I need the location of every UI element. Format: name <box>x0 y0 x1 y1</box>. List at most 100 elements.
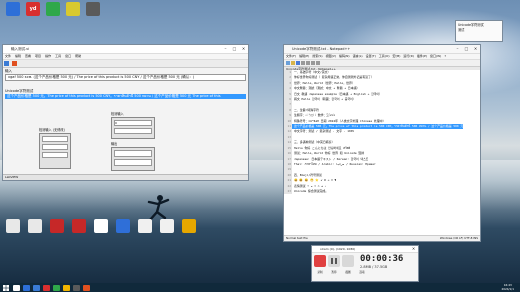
notepad-titlebar[interactable]: Unicode字符测试.txt - Notepad++ – □ ✕ <box>284 45 480 54</box>
taskbar-app-icon[interactable] <box>13 284 20 291</box>
maximize-icon[interactable]: □ <box>230 45 239 53</box>
desktop-shortcut[interactable] <box>156 219 178 247</box>
menu-item[interactable]: 帮助 <box>75 54 81 59</box>
desktop-shortcut[interactable] <box>62 2 84 30</box>
desktop-shortcut[interactable] <box>112 219 134 247</box>
menu-item[interactable]: 项目 <box>35 54 41 59</box>
left-label-c: 输出 <box>111 142 118 146</box>
close-icon[interactable]: ✕ <box>409 246 418 252</box>
record-button[interactable] <box>314 255 326 267</box>
pause-button[interactable] <box>328 255 340 267</box>
left-array-a-cell[interactable] <box>42 144 68 150</box>
desktop-shortcut[interactable] <box>68 219 90 247</box>
close-icon[interactable]: ✕ <box>239 45 248 53</box>
desktop-shortcut[interactable] <box>134 219 156 247</box>
recorder-titlebar[interactable]: oCam (0), (1920, 1080) ✕ <box>312 246 418 253</box>
left-array-a-cell[interactable] <box>42 152 68 158</box>
taskbar-app-icon[interactable] <box>53 284 60 291</box>
notepad-toolbar <box>284 60 480 67</box>
menu-item[interactable]: 工具(O) <box>379 54 390 59</box>
labview-window: 输入测试.vi – □ ✕ 文件 编辑 查看 项目 操作 工具 窗口 帮助 输入 xgaf 5… <box>2 44 249 181</box>
notepad-title: Unicode字符测试.txt - Notepad++ <box>292 47 351 51</box>
desktop-shortcut[interactable]: yd <box>22 2 44 30</box>
maximize-icon[interactable]: □ <box>462 45 471 53</box>
desktop-shortcut[interactable] <box>82 2 104 30</box>
menu-item[interactable]: 视图(V) <box>326 54 336 59</box>
copy-icon[interactable] <box>311 61 315 65</box>
menu-item[interactable]: 窗口 <box>65 54 71 59</box>
minimize-icon[interactable]: – <box>453 45 462 53</box>
left-array-b-cell[interactable] <box>114 128 152 134</box>
recorder-size: 2.8MB / 37.5GB <box>360 265 388 269</box>
menu-item[interactable]: 窗口(W) <box>430 54 441 59</box>
start-button[interactable] <box>2 284 10 291</box>
line-text: Thai: ภาษาไทย / Arabic: مرحبا / Russian:… <box>294 161 376 166</box>
desktop-shortcut[interactable] <box>24 219 46 247</box>
menu-item[interactable]: 文件(F) <box>286 54 296 59</box>
taskbar-app-icon[interactable] <box>23 284 30 291</box>
menu-item[interactable]: 工具 <box>55 54 61 59</box>
left-array-c-cell[interactable] <box>114 150 152 157</box>
cut-icon[interactable] <box>306 61 310 65</box>
desktop-shortcut[interactable] <box>46 219 68 247</box>
taskbar-app-icon[interactable] <box>83 284 90 291</box>
taskbar-apps <box>10 284 90 291</box>
open-file-icon[interactable] <box>291 61 295 65</box>
taskbar-app-icon[interactable] <box>43 284 50 291</box>
recorder-button-label: 暂停 <box>331 271 337 274</box>
menu-item[interactable]: ? <box>444 54 446 59</box>
taskbar-app-icon[interactable] <box>33 284 40 291</box>
clock-date: 2024/1/1 <box>501 286 514 291</box>
notepad-editor[interactable]: 1 一、基础字符（中文/英文） 2 你好世界你好测试（ 复杂用语正常，你自测测外记是有… <box>284 70 480 236</box>
save-icon[interactable] <box>296 61 300 65</box>
left-array-b[interactable]: 0 <box>111 117 155 139</box>
notification-popup[interactable]: Unicode字符测试 测试 <box>455 20 503 42</box>
shortcut-icon <box>94 219 108 233</box>
menu-item[interactable]: 搜索(S) <box>312 54 322 59</box>
capture-button[interactable] <box>342 255 354 267</box>
taskbar-app-icon[interactable] <box>63 284 70 291</box>
desktop-shortcut[interactable] <box>2 2 24 30</box>
desktop-shortcut[interactable] <box>90 219 112 247</box>
menu-item[interactable]: 编辑 <box>15 54 21 59</box>
left-string-indicator-1[interactable]: xgaf 500 ксм. (这个产品价格是 500 元) / The pric… <box>5 74 246 81</box>
left-array-a[interactable] <box>39 133 71 169</box>
stop-icon[interactable] <box>12 61 18 66</box>
taskbar-clock[interactable]: 16:43 2024/1/1 <box>501 283 520 291</box>
left-array-c-cell[interactable] <box>114 159 152 166</box>
minimize-icon[interactable]: – <box>221 45 230 53</box>
windows-icon <box>3 284 9 291</box>
menu-item[interactable]: 编码(N) <box>339 54 350 59</box>
close-icon[interactable]: ✕ <box>471 45 480 53</box>
print-icon[interactable] <box>301 61 305 65</box>
left-array-b-cell[interactable]: 0 <box>114 120 152 126</box>
notepad-window: Unicode字符测试.txt - Notepad++ – □ ✕ 文件(F) 编… <box>283 44 481 242</box>
recorder-button-label: 选项 <box>359 271 365 274</box>
menu-item[interactable]: 插件(P) <box>417 54 427 59</box>
run-icon[interactable] <box>4 61 9 66</box>
window-title: 输入测试.vi <box>11 47 30 51</box>
new-file-icon[interactable] <box>286 61 290 65</box>
desktop-shortcut[interactable] <box>178 219 200 247</box>
shortcut-icon: yd <box>26 2 40 16</box>
left-string-indicator-2[interactable]: 这个产品价格是 500 元。The price of this product … <box>5 94 246 99</box>
desktop-shortcut[interactable] <box>42 2 64 30</box>
status-encoding: Windows (CR LF) UTF-8 INS <box>439 236 478 240</box>
menu-item[interactable]: 操作 <box>45 54 51 59</box>
left-array-a-cell[interactable] <box>42 136 68 142</box>
recorder-button-label: 截图 <box>345 271 351 274</box>
shortcut-icon <box>72 219 86 233</box>
menu-item[interactable]: 编辑(E) <box>299 54 309 59</box>
labview-titlebar[interactable]: 输入测试.vi – □ ✕ <box>3 45 248 54</box>
menu-item[interactable]: 设置(T) <box>366 54 376 59</box>
taskbar-app-icon[interactable] <box>73 284 80 291</box>
desktop-shortcut[interactable] <box>2 219 24 247</box>
menu-item[interactable]: 语言(L) <box>353 54 363 59</box>
paste-icon[interactable] <box>316 61 320 65</box>
left-array-c[interactable] <box>111 147 155 171</box>
menu-item[interactable]: 查看 <box>25 54 31 59</box>
menu-item[interactable]: 运行(R) <box>403 54 413 59</box>
menu-item[interactable]: 文件 <box>5 54 11 59</box>
menu-item[interactable]: 宏(M) <box>392 54 400 59</box>
shortcut-icon <box>6 219 20 233</box>
